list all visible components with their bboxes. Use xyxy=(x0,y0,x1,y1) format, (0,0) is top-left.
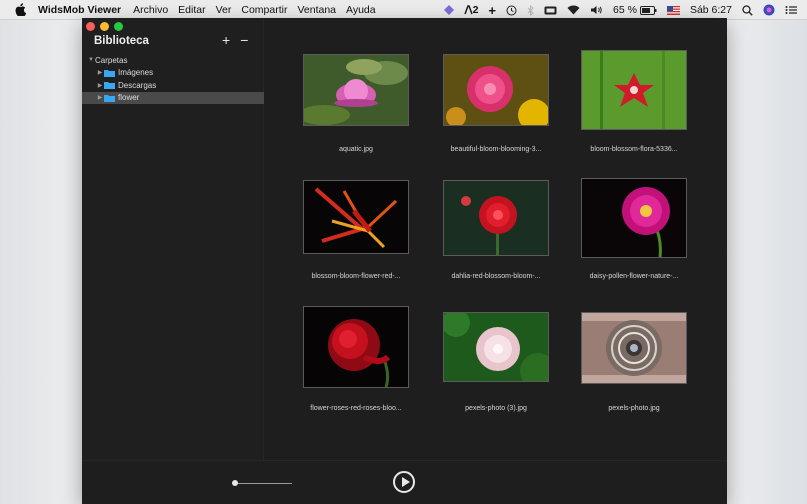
window-controls xyxy=(86,22,123,31)
thumbnail-caption: blossom-bloom-flower-red-... xyxy=(311,273,401,280)
thumbnail-item[interactable]: beautiful-bloom-blooming-3... xyxy=(443,54,550,153)
thumbnail-caption: daisy-pollen-flower-nature-... xyxy=(589,273,679,280)
thumbnail-item[interactable]: pexels-photo (3).jpg xyxy=(442,309,556,412)
close-window-button[interactable] xyxy=(86,22,95,31)
menu-archivo[interactable]: Archivo xyxy=(133,4,168,16)
battery-status[interactable]: 65 % xyxy=(613,4,657,16)
thumbnail-item[interactable]: flower-roses-red-roses-bloo... xyxy=(303,306,409,412)
thumbnail-image[interactable] xyxy=(442,309,556,389)
desktop-background-right xyxy=(727,20,807,504)
thumbnail-image[interactable] xyxy=(581,50,687,130)
thumbnail-caption: pexels-photo.jpg xyxy=(608,405,660,412)
tree-item-label: Imágenes xyxy=(118,68,154,78)
bottom-toolbar xyxy=(82,460,727,504)
zoom-slider-track[interactable] xyxy=(232,483,292,484)
battery-percent: 65 % xyxy=(613,4,637,16)
menu-bar: WidsMob Viewer Archivo Editar Ver Compar… xyxy=(0,0,807,20)
thumbnail-caption: bloom-blossom-flora-5336... xyxy=(590,146,678,153)
minimize-window-button[interactable] xyxy=(100,22,109,31)
thumbnail-image[interactable] xyxy=(443,54,550,131)
sidebar-title: Biblioteca xyxy=(94,35,149,47)
wifi-icon[interactable] xyxy=(567,5,580,15)
thumbnail-image[interactable] xyxy=(581,178,687,258)
thumbnail-caption: flower-roses-red-roses-bloo... xyxy=(310,405,402,412)
thumbnail-image[interactable] xyxy=(443,180,549,256)
menu-ayuda[interactable]: Ayuda xyxy=(346,4,376,16)
disclosure-expanded-icon[interactable]: ▼ xyxy=(87,57,95,63)
thumbnail-item[interactable]: aquatic.jpg xyxy=(298,54,409,153)
siri-icon[interactable] xyxy=(763,4,775,16)
plus-status-icon[interactable]: + xyxy=(488,3,496,18)
add-folder-button[interactable]: + xyxy=(222,32,230,48)
tree-item-label: Descargas xyxy=(118,80,157,90)
zoom-slider-knob[interactable] xyxy=(232,480,238,486)
thumbnail-item[interactable]: bloom-blossom-flora-5336... xyxy=(581,50,687,153)
thumbnail-caption: dahlia-red-blossom-bloom-... xyxy=(451,273,541,280)
tree-item-label: flower xyxy=(118,93,140,103)
thumbnail-image[interactable] xyxy=(303,306,409,388)
thumbnail-image[interactable] xyxy=(581,312,687,384)
time-machine-icon[interactable] xyxy=(506,5,517,16)
thumbnail-item[interactable]: pexels-photo.jpg xyxy=(581,312,687,412)
folder-icon xyxy=(104,69,115,77)
thumbnail-grid: aquatic.jpg beautiful-bloom-blooming-3..… xyxy=(265,18,727,460)
battery-icon xyxy=(639,5,657,15)
bluetooth-icon[interactable] xyxy=(527,4,534,16)
tree-item-flower[interactable]: ▶ flower xyxy=(82,91,264,104)
folder-icon xyxy=(104,81,115,90)
sidebar: Biblioteca + − ▼ Carpetas ▶ Imágenes ▶ D… xyxy=(82,18,264,460)
menu-compartir[interactable]: Compartir xyxy=(241,4,287,16)
tools-icon xyxy=(463,5,473,15)
extension-count: 2 xyxy=(472,4,479,16)
thumbnail-caption: beautiful-bloom-blooming-3... xyxy=(450,146,542,153)
display-icon[interactable] xyxy=(544,6,557,15)
play-slideshow-button[interactable] xyxy=(393,471,415,493)
sidebar-actions: + − xyxy=(222,32,248,48)
thumbnail-item[interactable]: daisy-pollen-flower-nature-... xyxy=(581,178,687,280)
clock[interactable]: Sáb 6:27 xyxy=(690,4,732,16)
notification-center-icon[interactable] xyxy=(785,5,797,15)
apple-icon[interactable] xyxy=(14,3,28,17)
tree-root-carpetas[interactable]: ▼ Carpetas xyxy=(82,54,264,67)
flag-icon[interactable] xyxy=(666,5,680,15)
menu-ventana[interactable]: Ventana xyxy=(297,4,336,16)
tree-item-imagenes[interactable]: ▶ Imágenes xyxy=(82,67,264,80)
spotlight-search-icon[interactable] xyxy=(742,4,753,16)
thumbnail-image[interactable] xyxy=(298,54,409,126)
folder-icon xyxy=(104,94,115,102)
app-name-menu[interactable]: WidsMob Viewer xyxy=(38,4,121,16)
desktop-background-left xyxy=(0,20,82,504)
diamond-icon[interactable] xyxy=(443,5,454,15)
viewer-window: Biblioteca + − ▼ Carpetas ▶ Imágenes ▶ D… xyxy=(82,18,727,504)
thumbnail-item[interactable]: blossom-bloom-flower-red-... xyxy=(303,180,409,280)
thumbnail-caption: aquatic.jpg xyxy=(339,146,373,153)
remove-folder-button[interactable]: − xyxy=(240,32,248,48)
tree-item-descargas[interactable]: ▶ Descargas xyxy=(82,79,264,92)
extensions-status[interactable]: 2 xyxy=(463,4,479,16)
thumbnail-caption: pexels-photo (3).jpg xyxy=(465,405,527,412)
tree-root-label: Carpetas xyxy=(95,55,128,65)
zoom-window-button[interactable] xyxy=(114,22,123,31)
volume-icon[interactable] xyxy=(590,5,603,15)
thumbnail-image[interactable] xyxy=(303,180,409,254)
thumbnail-item[interactable]: dahlia-red-blossom-bloom-... xyxy=(443,180,549,280)
menu-editar[interactable]: Editar xyxy=(178,4,205,16)
disclosure-collapsed-icon[interactable]: ▶ xyxy=(96,69,104,76)
disclosure-collapsed-icon[interactable]: ▶ xyxy=(96,94,104,101)
menu-ver[interactable]: Ver xyxy=(216,4,232,16)
folder-tree: ▼ Carpetas ▶ Imágenes ▶ Descargas ▶ flow… xyxy=(82,54,264,104)
disclosure-collapsed-icon[interactable]: ▶ xyxy=(96,82,104,89)
